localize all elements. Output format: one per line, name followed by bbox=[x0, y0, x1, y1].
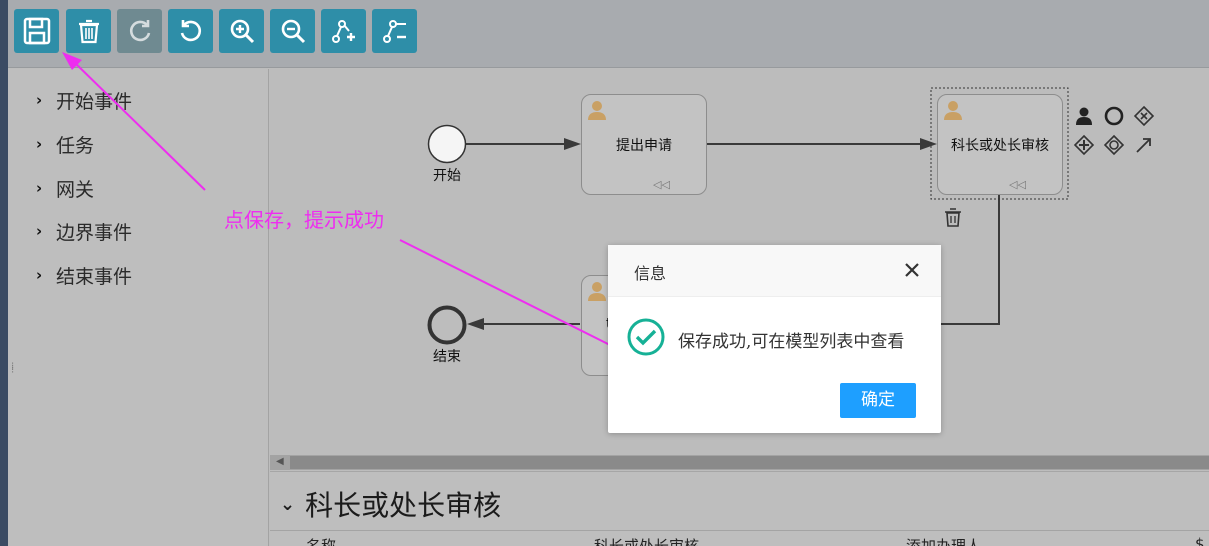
property-label-name: 名称 bbox=[306, 537, 337, 546]
info-dialog: 信息 保存成功,可在模型列表中查看 确定 bbox=[608, 245, 941, 433]
annotation-text: 点保存，提示成功 bbox=[224, 208, 384, 232]
delete-element-trash-icon[interactable] bbox=[942, 206, 964, 228]
properties-row: 名称 科长或处长审核 添加办理人 $ bbox=[270, 530, 1209, 546]
palette-item-label: 网关 bbox=[56, 178, 95, 201]
append-inclusive-gateway-icon[interactable] bbox=[1103, 134, 1125, 156]
chevron-right-icon: › bbox=[36, 135, 43, 153]
palette-item-label: 任务 bbox=[56, 134, 95, 157]
undo-icon bbox=[180, 20, 201, 42]
end-event-label: 结束 bbox=[433, 349, 461, 365]
task-section-chief-review[interactable]: 科长或处长审核 ◁◁ bbox=[937, 94, 1063, 195]
success-check-icon bbox=[627, 318, 665, 356]
close-icon[interactable] bbox=[901, 259, 923, 281]
bendpoint-add-icon bbox=[331, 20, 355, 43]
chevron-right-icon: › bbox=[36, 266, 43, 284]
property-label-assignee: 添加办理人 bbox=[906, 537, 982, 546]
dialog-header: 信息 bbox=[608, 245, 941, 297]
palette-item-task[interactable]: › 任务 bbox=[36, 132, 95, 157]
save-icon bbox=[23, 17, 50, 45]
chevron-right-icon: › bbox=[36, 179, 43, 197]
task-label: 提出申请 bbox=[616, 138, 672, 154]
zoom-out-button[interactable] bbox=[270, 9, 315, 53]
undo-button[interactable] bbox=[168, 9, 213, 53]
redo-icon bbox=[129, 20, 150, 42]
properties-title: 科长或处长审核 bbox=[305, 489, 502, 522]
dialog-title: 信息 bbox=[634, 264, 667, 283]
user-task-icon bbox=[588, 282, 606, 301]
connect-arrow-icon[interactable] bbox=[1133, 134, 1155, 156]
property-value-name: 科长或处长审核 bbox=[594, 537, 700, 546]
append-user-task-icon[interactable] bbox=[1073, 105, 1095, 127]
zoom-in-button[interactable] bbox=[219, 9, 264, 53]
dialog-message: 保存成功,可在模型列表中查看 bbox=[678, 332, 905, 352]
zoom-out-icon bbox=[281, 19, 305, 44]
horizontal-scrollbar[interactable]: ◀ bbox=[270, 455, 1209, 470]
multi-instance-marker-icon: ◁◁ bbox=[1009, 178, 1026, 191]
element-palette: › 开始事件 › 任务 › 网关 › 边界事件 › 结束事件 ⁝ ⁝ bbox=[8, 69, 269, 546]
property-value-assignee: $ bbox=[1195, 535, 1205, 546]
zoom-in-icon bbox=[230, 19, 254, 44]
user-task-icon bbox=[944, 101, 962, 120]
append-exclusive-gateway-icon[interactable] bbox=[1133, 105, 1155, 127]
palette-item-start-event[interactable]: › 开始事件 bbox=[36, 88, 133, 113]
user-task-icon bbox=[588, 101, 606, 120]
bendpoint-remove-icon bbox=[382, 20, 406, 43]
task-submit-request[interactable]: 提出申请 ◁◁ bbox=[581, 94, 707, 195]
add-bendpoint-button[interactable] bbox=[321, 9, 366, 53]
delete-button[interactable] bbox=[66, 9, 111, 53]
append-parallel-gateway-icon[interactable] bbox=[1073, 134, 1095, 156]
palette-item-label: 结束事件 bbox=[56, 265, 133, 288]
palette-item-end-event[interactable]: › 结束事件 bbox=[36, 263, 133, 288]
multi-instance-marker-icon: ◁◁ bbox=[653, 178, 670, 191]
ok-button[interactable]: 确定 bbox=[840, 383, 916, 418]
start-event-label: 开始 bbox=[433, 168, 461, 184]
properties-panel: ⌄ 科长或处长审核 名称 科长或处长审核 添加办理人 $ bbox=[270, 471, 1209, 546]
palette-item-gateway[interactable]: › 网关 bbox=[36, 176, 95, 201]
trash-icon bbox=[78, 19, 99, 44]
redo-button[interactable] bbox=[117, 9, 162, 53]
palette-item-label: 边界事件 bbox=[56, 221, 133, 244]
chevron-right-icon: › bbox=[36, 222, 43, 240]
task-label: 科长或处长审核 bbox=[951, 138, 1049, 154]
properties-panel-header[interactable]: ⌄ 科长或处长审核 bbox=[280, 484, 501, 524]
save-button[interactable] bbox=[14, 9, 59, 53]
palette-item-label: 开始事件 bbox=[56, 90, 133, 113]
chevron-down-icon: ⌄ bbox=[280, 493, 296, 515]
scrollbar-thumb[interactable] bbox=[290, 456, 1209, 469]
toolbar bbox=[8, 0, 1209, 68]
resize-grip-icon[interactable]: ⁝ ⁝ bbox=[11, 362, 14, 376]
append-end-event-icon[interactable] bbox=[1103, 105, 1125, 127]
palette-item-boundary-event[interactable]: › 边界事件 bbox=[36, 219, 133, 244]
window-left-edge bbox=[0, 0, 8, 546]
chevron-right-icon: › bbox=[36, 91, 43, 109]
remove-bendpoint-button[interactable] bbox=[372, 9, 417, 53]
scroll-left-arrow-icon[interactable]: ◀ bbox=[276, 456, 284, 467]
